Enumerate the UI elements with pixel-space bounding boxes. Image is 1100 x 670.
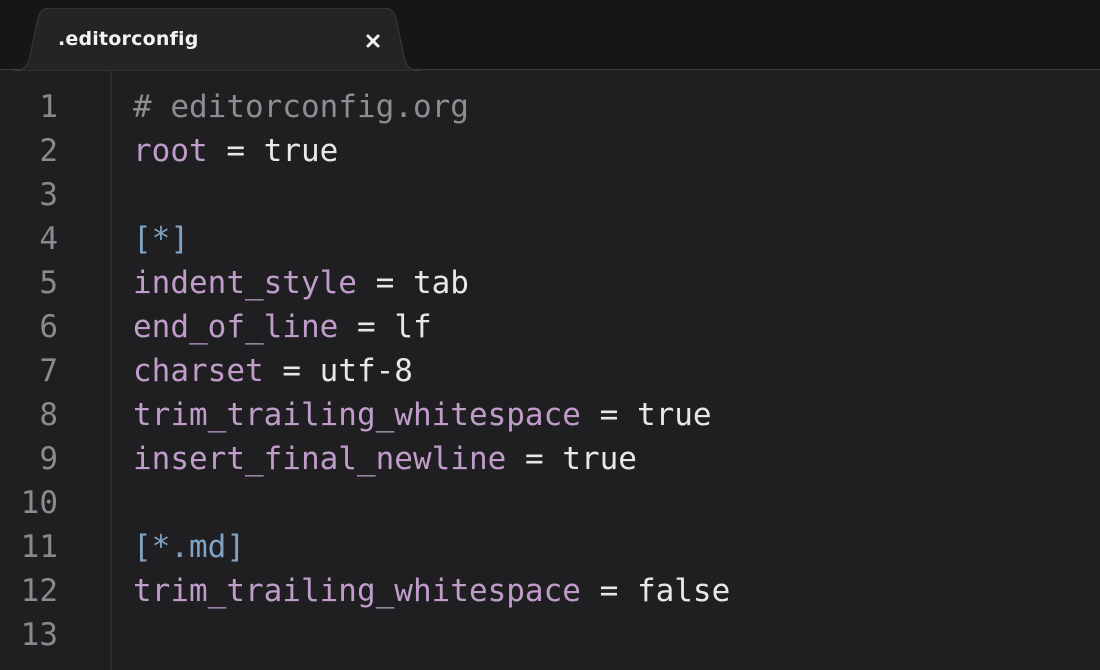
token-section: [*.md] [133,529,245,565]
token-op: = [580,573,637,609]
token-key: charset [133,353,264,389]
tab-bar: .editorconfig [0,0,1100,71]
token-section: [*] [133,221,189,257]
token-op: = [356,265,413,301]
code-line[interactable]: [*] [133,217,189,261]
token-value: true [562,441,637,477]
token-value: lf [394,309,432,345]
code-line[interactable]: trim_trailing_whitespace = true [133,393,712,437]
token-key: trim_trailing_whitespace [133,397,581,433]
tab-editorconfig[interactable]: .editorconfig [12,8,422,71]
token-op: = [580,397,637,433]
line-number: 6 [39,309,58,345]
code-line[interactable]: indent_style = tab [133,261,469,305]
code-line[interactable]: charset = utf-8 [133,349,413,393]
close-icon[interactable] [362,30,384,52]
code-line[interactable]: [*.md] [133,525,245,569]
token-key: indent_style [133,265,357,301]
token-op: = [207,133,264,169]
code-line[interactable]: trim_trailing_whitespace = false [133,569,730,613]
code-line[interactable]: end_of_line = lf [133,305,432,349]
token-value: false [636,573,731,609]
line-number: 3 [39,177,58,213]
token-value: true [263,133,339,169]
token-key: trim_trailing_whitespace [133,573,581,609]
code-line[interactable]: # editorconfig.org [133,85,469,129]
tab-title: .editorconfig [58,28,199,50]
line-number: 2 [39,133,58,169]
code-line[interactable]: root = true [133,129,338,173]
line-number-gutter: 1 2 3 4 5 6 7 8 9 10 11 12 13 [0,71,110,670]
gutter-divider [110,71,112,670]
token-value: true [636,397,712,433]
line-number: 4 [39,221,58,257]
token-value: tab [412,265,469,301]
token-comment: # editorconfig.org [133,89,469,125]
line-number: 8 [39,397,58,433]
token-key: insert_final_newline [133,441,507,477]
line-number: 13 [20,617,58,653]
line-number: 7 [39,353,58,389]
line-number: 10 [20,485,58,521]
line-number: 1 [39,89,58,125]
token-op: = [338,309,395,345]
line-number: 12 [20,573,58,609]
line-number: 9 [39,441,58,477]
token-key: end_of_line [133,309,339,345]
code-editor[interactable]: 1 2 3 4 5 6 7 8 9 10 11 12 13 # editorconfig.org root… [0,71,1100,670]
token-key: root [133,133,208,169]
token-op: = [263,353,320,389]
line-number: 11 [20,529,58,565]
code-line[interactable]: insert_final_newline = true [133,437,637,481]
editor-window: .editorconfig 1 2 3 4 5 6 7 8 9 10 11 12 13 # editor… [0,0,1100,670]
token-value: utf-8 [319,353,413,389]
token-op: = [506,441,563,477]
line-number: 5 [39,265,58,301]
